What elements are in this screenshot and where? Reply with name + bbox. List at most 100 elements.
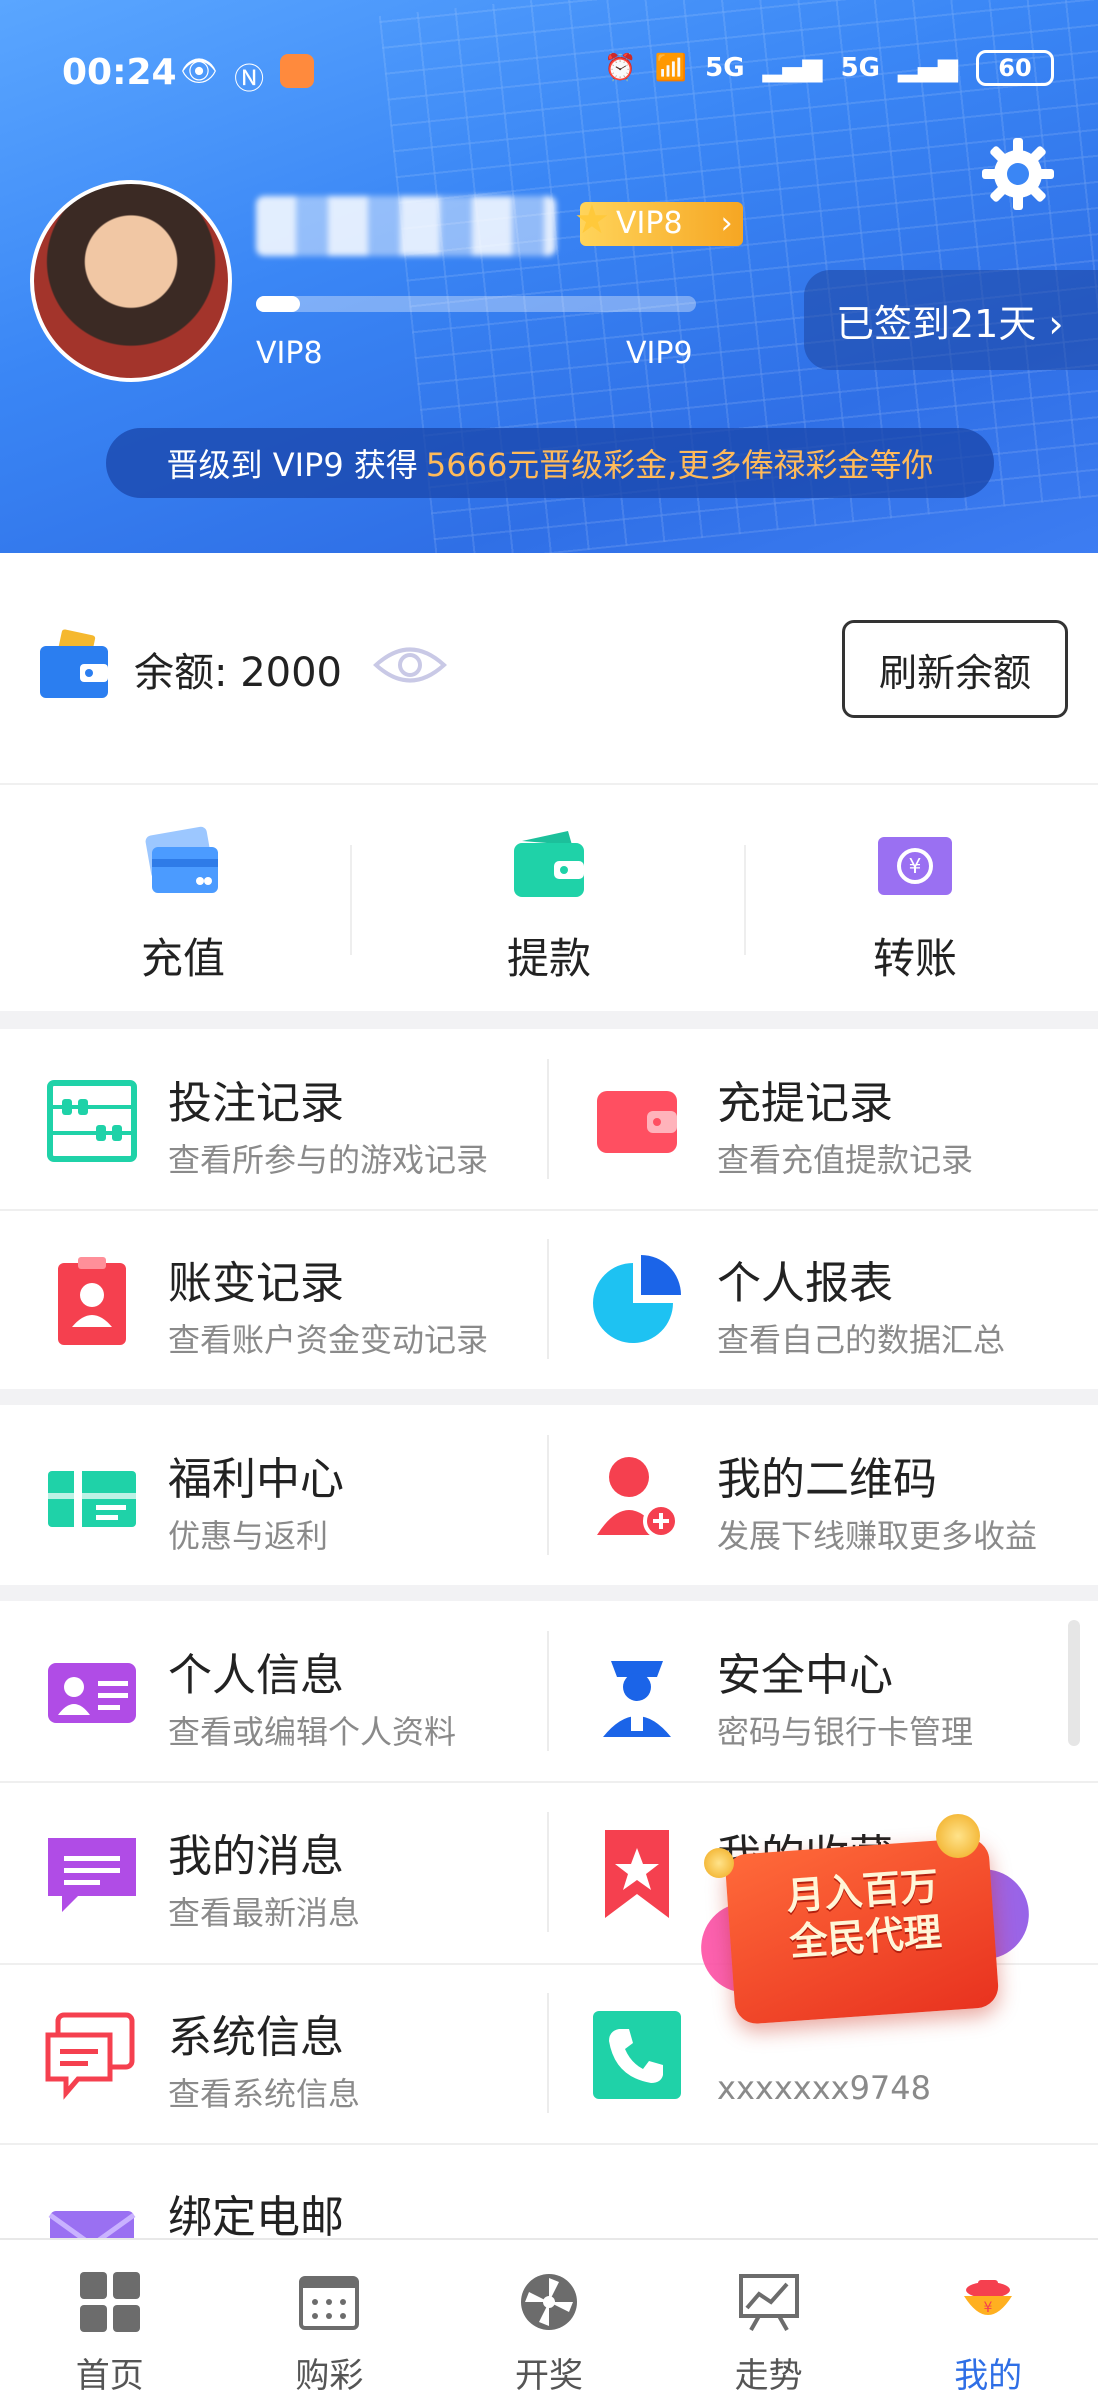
nav-trend-label: 走势 xyxy=(734,2356,803,2396)
nav-draw-label: 开奖 xyxy=(514,2356,583,2396)
deposit-label: 充值 xyxy=(140,934,225,983)
promo-text: 月入百万 全民代理 xyxy=(743,1860,985,1968)
bottom-navigation: 首页 购彩 开奖 走势 ¥ 我的 xyxy=(0,2238,1098,2400)
bet-records-title: 投注记录 xyxy=(168,1078,344,1129)
bet-records-subtitle: 查看所参与的游戏记录 xyxy=(168,1141,489,1179)
refresh-balance-button[interactable]: 刷新余额 xyxy=(842,620,1068,718)
account-changes-item[interactable]: 账变记录 查看账户资金变动记录 xyxy=(0,1209,549,1389)
credit-card-icon xyxy=(145,826,218,893)
bind-phone-number: xxxxxxx9748 xyxy=(717,2069,931,2107)
vip-badge[interactable]: ★ VIP8 › xyxy=(574,198,743,246)
wallet-icon xyxy=(514,831,584,897)
personal-report-item[interactable]: 个人报表 查看自己的数据汇总 xyxy=(549,1209,1098,1389)
pie-chart-icon xyxy=(593,1255,681,1343)
my-qrcode-item[interactable]: 我的二维码 发展下线赚取更多收益 xyxy=(549,1405,1098,1585)
profile-page: 00:24 👁 Ⓝ ⏰ 📶 5G ▂▄▆ 5G ▂▄▆ 60 ★ VIP8 › … xyxy=(0,0,1098,2400)
signin-days-button[interactable]: 已签到21天 › xyxy=(804,270,1098,370)
welfare-center-title: 福利中心 xyxy=(168,1454,344,1505)
withdraw-label: 提款 xyxy=(506,934,591,983)
wallet-icon xyxy=(40,629,108,698)
battery-icon: 60 xyxy=(976,50,1054,86)
account-changes-subtitle: 查看账户资金变动记录 xyxy=(168,1321,489,1359)
personal-info-title: 个人信息 xyxy=(168,1650,344,1701)
abacus-icon xyxy=(47,1080,137,1162)
profile-header: 00:24 👁 Ⓝ ⏰ 📶 5G ▂▄▆ 5G ▂▄▆ 60 ★ VIP8 › … xyxy=(0,0,1098,553)
nav-draw[interactable]: 开奖 xyxy=(439,2240,659,2400)
scrollbar[interactable] xyxy=(1068,1620,1080,1746)
message-bubble-icon xyxy=(48,1838,136,1912)
battery-level: 60 xyxy=(998,54,1032,82)
deposit-records-item[interactable]: 充提记录 查看充值提款记录 xyxy=(549,1029,1098,1209)
promo-prefix: 晋级到 VIP9 获得 xyxy=(166,446,418,484)
quick-actions: 充值 提款 ¥ 转账 xyxy=(0,783,1098,1011)
network-label-1: 5G xyxy=(705,53,745,83)
security-center-item[interactable]: 安全中心 密码与银行卡管理 xyxy=(549,1601,1098,1781)
records-section: 投注记录 查看所参与的游戏记录 充提记录 查看充值提款记录 账变记录 查看账户资… xyxy=(0,1029,1098,1389)
username-redacted xyxy=(256,196,556,256)
nav-lottery-label: 购彩 xyxy=(295,2356,364,2396)
user-avatar[interactable] xyxy=(30,180,232,382)
deposit-action[interactable]: 充值 xyxy=(0,785,366,1013)
nav-trend[interactable]: 走势 xyxy=(659,2240,879,2400)
vip-badge-label: VIP8 xyxy=(616,206,683,241)
nav-lottery[interactable]: 购彩 xyxy=(220,2240,440,2400)
status-time: 00:24 xyxy=(62,52,177,93)
status-bar: 00:24 👁 Ⓝ ⏰ 📶 5G ▂▄▆ 5G ▂▄▆ 60 xyxy=(0,0,1098,130)
lottery-ticket-icon xyxy=(299,2276,360,2330)
eye-toggle-icon[interactable] xyxy=(372,640,448,690)
alarm-icon: ⏰ xyxy=(604,53,637,83)
security-guard-icon xyxy=(603,1661,671,1737)
deposit-records-subtitle: 查看充值提款记录 xyxy=(717,1141,974,1179)
nav-mine[interactable]: ¥ 我的 xyxy=(878,2240,1098,2400)
red-wallet-icon xyxy=(597,1091,677,1153)
security-center-subtitle: 密码与银行卡管理 xyxy=(717,1713,974,1751)
vip-upgrade-promo[interactable]: 晋级到 VIP9 获得 5666元晋级彩金,更多俸禄彩金等你 xyxy=(106,428,994,498)
signal-icon-2: ▂▄▆ xyxy=(898,53,958,83)
transfer-label: 转账 xyxy=(872,934,957,983)
status-left-icons: 👁 Ⓝ xyxy=(180,54,315,98)
vip-progress-bar xyxy=(256,296,696,312)
bet-records-item[interactable]: 投注记录 查看所参与的游戏记录 xyxy=(0,1029,549,1209)
vip-progress-fill xyxy=(256,296,300,312)
promo-highlight: 5666元晋级彩金,更多俸禄彩金等你 xyxy=(425,446,934,484)
settings-gear-icon[interactable] xyxy=(978,134,1058,214)
transfer-action[interactable]: ¥ 转账 xyxy=(732,785,1098,1013)
add-user-icon xyxy=(597,1457,679,1539)
my-qrcode-subtitle: 发展下线赚取更多收益 xyxy=(717,1517,1038,1555)
phone-icon xyxy=(593,2011,681,2099)
nav-home-label: 首页 xyxy=(75,2356,144,2396)
my-messages-title: 我的消息 xyxy=(168,1831,344,1882)
system-info-title: 系统信息 xyxy=(168,2012,344,2063)
nav-home[interactable]: 首页 xyxy=(0,2240,220,2400)
gold-coin-icon xyxy=(936,1814,980,1858)
my-messages-item[interactable]: 我的消息 查看最新消息 xyxy=(0,1782,549,1962)
chat-bubbles-icon xyxy=(45,2012,135,2100)
vip-crown-icon: ★ xyxy=(574,197,610,243)
balance-display: 余额: 2000 xyxy=(134,640,342,698)
welfare-center-item[interactable]: 福利中心 优惠与返利 xyxy=(0,1405,549,1585)
network-label-2: 5G xyxy=(840,53,880,83)
balance-value: 2000 xyxy=(240,650,342,696)
system-info-item[interactable]: 系统信息 查看系统信息 xyxy=(0,1963,549,2143)
svg-text:¥: ¥ xyxy=(909,854,922,878)
gift-card-icon xyxy=(48,1471,136,1527)
account-changes-title: 账变记录 xyxy=(168,1258,344,1309)
agent-promo-float[interactable]: 月入百万 全民代理 xyxy=(695,1806,1035,2036)
welfare-section: 福利中心 优惠与返利 我的二维码 发展下线赚取更多收益 xyxy=(0,1405,1098,1585)
trend-chart-icon xyxy=(738,2274,799,2331)
gold-coin-icon xyxy=(704,1848,734,1878)
bind-email-title: 绑定电邮 xyxy=(168,2192,344,2243)
nav-mine-label: 我的 xyxy=(954,2356,1023,2396)
home-grid-icon xyxy=(79,2272,140,2332)
app-notification-icon xyxy=(280,54,315,88)
withdraw-action[interactable]: 提款 xyxy=(366,785,732,1013)
profile-pot-icon: ¥ xyxy=(964,2280,1013,2316)
wifi-icon: 📶 xyxy=(654,53,688,83)
transfer-icon: ¥ xyxy=(878,837,952,895)
svg-text:¥: ¥ xyxy=(984,2300,993,2316)
personal-info-subtitle: 查看或编辑个人资料 xyxy=(168,1713,457,1751)
my-messages-subtitle: 查看最新消息 xyxy=(168,1894,361,1932)
divider xyxy=(350,845,352,955)
personal-info-item[interactable]: 个人信息 查看或编辑个人资料 xyxy=(0,1601,549,1781)
chevron-right-icon: › xyxy=(720,206,733,241)
